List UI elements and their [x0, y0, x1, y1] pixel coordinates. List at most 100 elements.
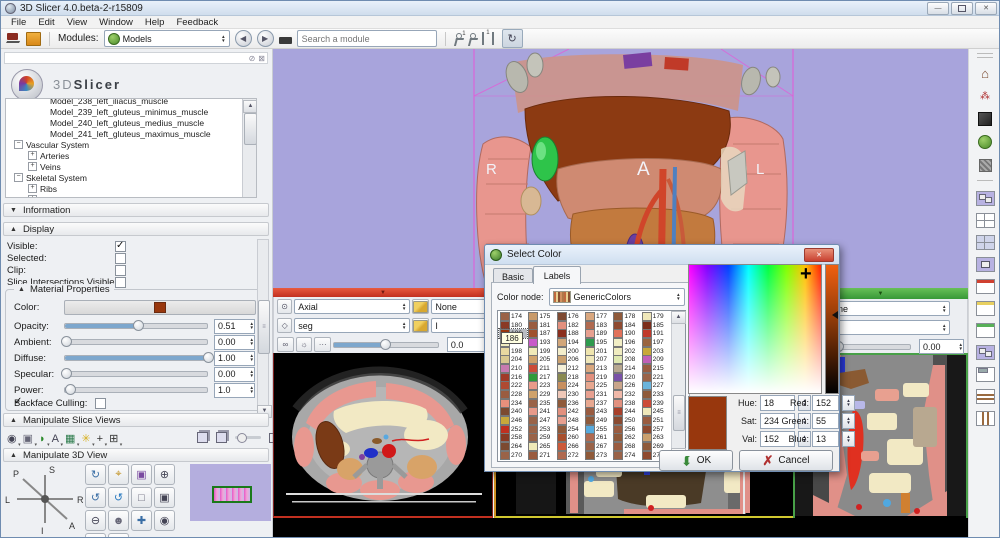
home-module-icon[interactable]: ⌂ — [976, 65, 994, 81]
color-swatch-item[interactable]: 256 — [612, 425, 640, 434]
slider-value-spinbox[interactable]: 0.00▲▼ — [214, 335, 255, 350]
more-options-button[interactable]: ··· — [314, 337, 331, 352]
color-swatch-item[interactable]: 274 — [612, 451, 640, 460]
color-swatch-item[interactable]: 237 — [584, 399, 612, 408]
color-swatch-item[interactable]: 224 — [556, 382, 584, 391]
color-swatch-item[interactable]: 249 — [584, 416, 612, 425]
mouse-interact-icon[interactable] — [468, 33, 477, 45]
module-search-input[interactable] — [297, 30, 437, 47]
tree-item[interactable]: Model_240_left_gluteus_medius_muscle — [6, 117, 242, 128]
slice-model-icon[interactable]: ◇ — [277, 318, 292, 333]
hierarchy-module-icon[interactable]: ⁂ — [976, 88, 994, 104]
color-swatch-item[interactable]: 176 — [556, 312, 584, 321]
color-swatch-item[interactable]: 200 — [556, 347, 584, 356]
section-display[interactable]: ▲Display — [3, 222, 269, 236]
paste-layout-icon[interactable] — [216, 432, 227, 443]
slice-view-tool-icon[interactable]: A — [52, 433, 59, 445]
color-swatch-item[interactable]: 201 — [584, 347, 612, 356]
refresh-mode-button[interactable]: ↻ — [502, 29, 523, 48]
tree-item[interactable]: Model_239_left_gluteus_minimus_muscle — [6, 106, 242, 117]
color-swatch-item[interactable]: 175 — [527, 312, 555, 321]
slider-track[interactable] — [64, 339, 208, 345]
layout-green-slice-button[interactable] — [976, 323, 995, 338]
tree-item[interactable]: Model_238_left_iliacus_muscle — [6, 98, 242, 106]
color-swatch-item[interactable]: 258 — [499, 434, 527, 443]
color-swatch-item[interactable]: 242 — [556, 408, 584, 417]
color-swatch-item[interactable]: 259 — [527, 434, 555, 443]
tree-item[interactable]: + Ribs — [6, 183, 242, 194]
orientation-selector[interactable]: Axial▲▼ — [294, 299, 410, 314]
slice-view-tool-icon[interactable]: ✳ — [81, 432, 90, 445]
dialog-title-bar[interactable]: Select Color ✕ — [485, 245, 839, 265]
view3d-tool-button[interactable]: ∞ — [108, 533, 129, 538]
menu-item[interactable]: Window — [93, 17, 139, 28]
color-swatch-item[interactable]: 257 — [641, 425, 669, 434]
cancel-button[interactable]: ✗Cancel — [739, 450, 833, 471]
color-swatch-item[interactable]: 227 — [641, 382, 669, 391]
slider-track[interactable] — [64, 323, 208, 329]
color-swatch-item[interactable]: 190 — [612, 329, 640, 338]
color-swatch-item[interactable]: 179 — [641, 312, 669, 321]
color-swatch-item[interactable]: 262 — [612, 434, 640, 443]
color-swatch-item[interactable]: 240 — [499, 408, 527, 417]
orientation-compass[interactable]: S P L R A I — [5, 463, 85, 535]
save-scene-icon[interactable] — [26, 32, 41, 46]
color-swatch-item[interactable]: 204 — [499, 355, 527, 364]
tree-item[interactable]: Model_241_left_gluteus_maximus_muscle — [6, 128, 242, 139]
model-hierarchy-tree[interactable]: Model_238_left_iliacus_muscle Model_239_… — [5, 98, 257, 198]
tree-expander[interactable] — [40, 130, 47, 137]
view3d-tool-button[interactable]: ↻ — [85, 464, 106, 485]
panel-pin-icon[interactable]: ⊘ — [249, 54, 256, 63]
menu-item[interactable]: Edit — [32, 17, 60, 28]
color-swatch-item[interactable]: 188 — [556, 329, 584, 338]
fg-layer-selector[interactable]: seg▲▼ — [294, 318, 410, 333]
color-swatch-item[interactable]: 206 — [556, 355, 584, 364]
transforms-module-icon[interactable] — [976, 157, 994, 173]
view3d-tool-button[interactable]: ⊕ — [154, 464, 175, 485]
color-swatch-item[interactable]: 254 — [556, 425, 584, 434]
red-slice-bar[interactable]: ▼ — [273, 288, 493, 297]
lightbox-icon[interactable]: ☼ — [296, 337, 313, 352]
layout-tabbed-button[interactable] — [976, 367, 995, 382]
color-swatch-item[interactable]: 202 — [612, 347, 640, 356]
color-swatch-item[interactable]: 214 — [612, 364, 640, 373]
slice-view-tool-icon[interactable]: ⊞ — [109, 432, 118, 445]
color-swatch-item[interactable]: 225 — [584, 382, 612, 391]
color-swatch-item[interactable]: 189 — [584, 329, 612, 338]
models-module-icon[interactable] — [976, 134, 994, 150]
tree-expander[interactable]: + — [28, 195, 37, 198]
color-swatch-item[interactable]: 174 — [499, 312, 527, 321]
color-swatch-item[interactable]: 272 — [556, 451, 584, 460]
red-slice-view[interactable] — [273, 353, 493, 518]
color-swatch-item[interactable]: 239 — [641, 399, 669, 408]
toolbar-grip[interactable] — [977, 53, 993, 58]
slice-pin-icon[interactable]: ⊙ — [277, 299, 292, 314]
section-manipulate-slice-views[interactable]: ▲Manipulate Slice Views — [3, 413, 269, 427]
color-swatch-item[interactable]: 263 — [641, 434, 669, 443]
color-swatch-item[interactable]: 216 — [499, 373, 527, 382]
copy-layout-icon[interactable] — [197, 432, 208, 443]
tree-item[interactable]: + Arteries — [6, 150, 242, 161]
color-swatch-item[interactable]: 235 — [527, 399, 555, 408]
color-swatch-item[interactable]: 209 — [641, 355, 669, 364]
color-swatch-item[interactable]: 195 — [584, 338, 612, 347]
color-swatch-item[interactable]: 267 — [584, 442, 612, 451]
color-swatch-item[interactable]: 229 — [527, 390, 555, 399]
menu-item[interactable]: Help — [139, 17, 171, 28]
label-layer-icon[interactable] — [412, 318, 429, 333]
dialog-close-button[interactable]: ✕ — [804, 248, 834, 262]
slider-knob[interactable] — [203, 352, 214, 363]
slice-offset-knob[interactable] — [380, 339, 391, 350]
color-node-selector[interactable]: GenericColors ▲▼ — [549, 288, 685, 306]
color-swatch-item[interactable]: 261 — [584, 434, 612, 443]
slider-track[interactable] — [64, 387, 208, 393]
tree-item[interactable]: + Veins — [6, 161, 242, 172]
value-slider[interactable] — [825, 264, 839, 394]
layout-3x3-button[interactable] — [976, 235, 995, 250]
view3d-tool-button[interactable]: ⊖ — [85, 510, 106, 531]
color-swatch-item[interactable]: 268 — [612, 442, 640, 451]
color-swatch-item[interactable]: 244 — [612, 408, 640, 417]
color-swatch-item[interactable]: 234 — [499, 399, 527, 408]
checkbox[interactable] — [115, 277, 126, 288]
color-swatch-item[interactable]: 250 — [612, 416, 640, 425]
